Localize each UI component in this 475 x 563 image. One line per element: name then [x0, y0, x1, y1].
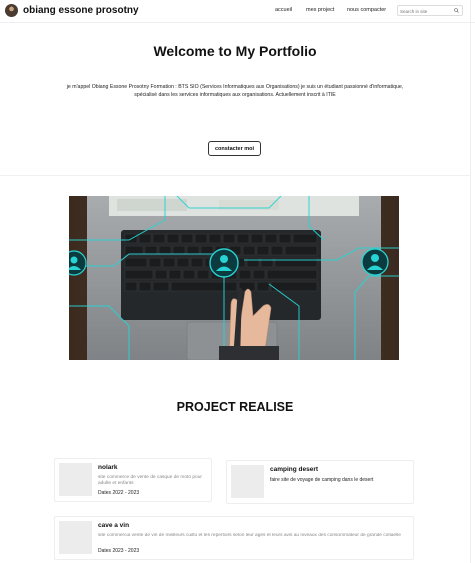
site-header: obiang essone prosotny accueil mes proje… — [0, 0, 475, 23]
project-card-camping-desert[interactable]: camping desert faire site de voyage de c… — [226, 460, 414, 504]
laptop-network-image — [69, 196, 399, 360]
project-description: site commercia vente de vin de meilleurs… — [98, 533, 401, 538]
site-title[interactable]: obiang essone prosotny — [23, 5, 139, 16]
search-input[interactable] — [400, 7, 450, 15]
laptop-illustration — [69, 196, 399, 360]
hero-title: Welcome to My Portfolio — [153, 43, 317, 59]
project-thumbnail — [231, 465, 264, 498]
project-title: camping desert — [270, 466, 319, 473]
project-title: nolark — [98, 464, 118, 471]
hero-intro: je m'appel Obiang Essone Prosotny Format… — [66, 84, 404, 98]
project-dates: Dates 2023 - 2023 — [98, 548, 140, 554]
contact-button[interactable]: constacter moi — [208, 141, 261, 156]
nav-link-contact[interactable]: nous compacter — [347, 7, 386, 13]
user-node-right-icon — [361, 248, 389, 276]
projects-title: PROJECT REALISE — [176, 400, 294, 414]
nav-link-projects[interactable]: mes project — [306, 7, 334, 13]
project-description: site commerce de vente de casque de moto… — [98, 475, 202, 486]
project-card-cave-a-vin[interactable]: cave a vin site commercia vente de vin d… — [54, 516, 414, 560]
project-title: cave a vin — [98, 522, 130, 529]
project-dates: Dates 2022 - 2023 — [98, 490, 140, 496]
search-icon[interactable] — [454, 8, 459, 13]
search-box — [397, 5, 463, 16]
project-thumbnail — [59, 463, 92, 496]
user-node-center-icon — [209, 248, 239, 278]
project-card-nolark[interactable]: nolark site commerce de vente de casque … — [54, 458, 212, 502]
avatar — [5, 4, 18, 17]
section-divider — [0, 175, 470, 176]
nav-link-accueil[interactable]: accueil — [275, 7, 292, 13]
project-description: faire site de voyage de camping dans le … — [270, 477, 374, 483]
page-edge-divider — [470, 0, 471, 563]
project-thumbnail — [59, 521, 92, 554]
